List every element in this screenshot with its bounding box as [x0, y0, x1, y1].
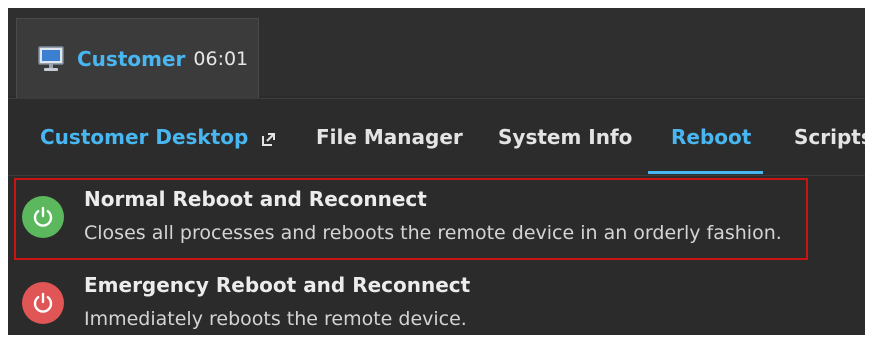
function-tabs: Customer Desktop File Manager System Inf… [8, 98, 865, 176]
option-title: Normal Reboot and Reconnect [84, 187, 427, 211]
session-name: Customer [77, 46, 186, 71]
external-link-icon [260, 129, 276, 146]
remote-session-window: Customer 06:01 Customer Desktop File Man… [8, 8, 865, 335]
monitor-icon [37, 45, 67, 73]
power-icon [22, 196, 64, 238]
option-description: Closes all processes and reboots the rem… [84, 222, 782, 244]
power-icon [22, 282, 64, 324]
tab-label: Reboot [671, 125, 752, 149]
option-description: Immediately reboots the remote device. [84, 308, 467, 330]
tab-customer-desktop[interactable]: Customer Desktop [40, 99, 276, 175]
session-tab-strip: Customer 06:01 [8, 8, 865, 98]
tab-label: Customer Desktop [40, 125, 249, 149]
tab-reboot[interactable]: Reboot [671, 99, 751, 175]
tab-label: Scripts [794, 125, 865, 149]
tab-label: File Manager [316, 125, 463, 149]
tab-scripts[interactable]: Scripts [794, 99, 865, 175]
normal-reboot-option[interactable]: Normal Reboot and Reconnect Closes all p… [8, 178, 865, 258]
active-tab-indicator [648, 171, 763, 174]
session-time: 06:01 [193, 47, 249, 70]
session-tab-customer[interactable]: Customer 06:01 [16, 18, 259, 98]
tab-label: System Info [498, 125, 633, 149]
emergency-reboot-option[interactable]: Emergency Reboot and Reconnect Immediate… [8, 264, 865, 335]
option-title: Emergency Reboot and Reconnect [84, 273, 471, 297]
tab-system-info[interactable]: System Info [498, 99, 632, 175]
tab-file-manager[interactable]: File Manager [316, 99, 463, 175]
